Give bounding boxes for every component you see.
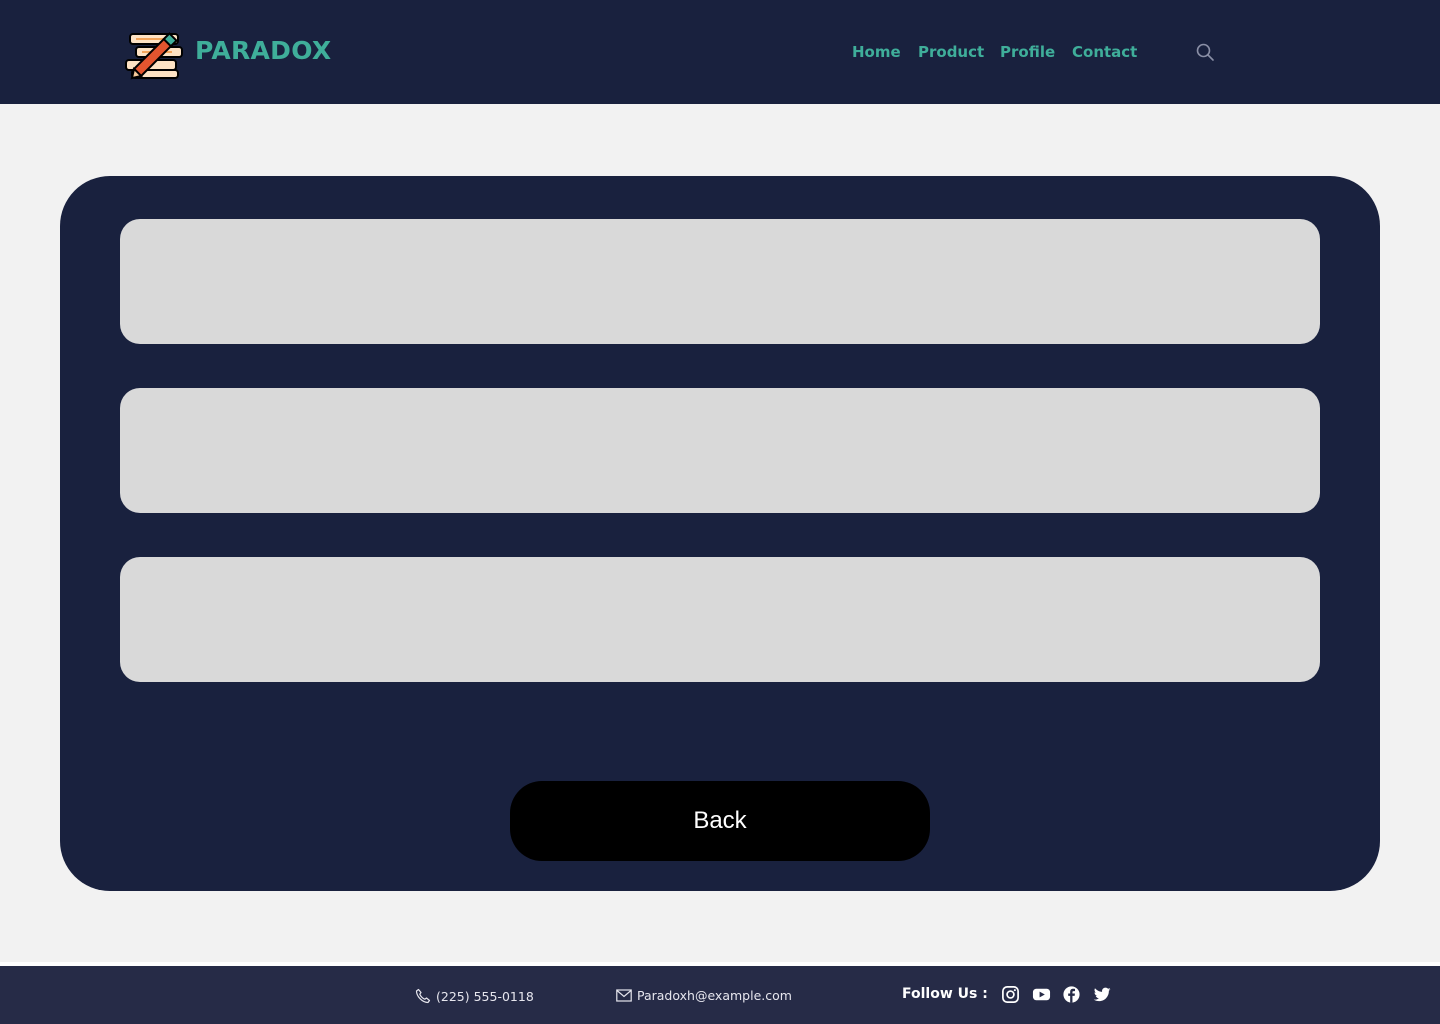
search-icon[interactable] [1195, 42, 1215, 62]
field-1[interactable] [120, 219, 1320, 344]
brand-name[interactable]: PARADOX [195, 36, 331, 65]
phone-number: (225) 555-0118 [436, 988, 534, 1004]
mail-icon [616, 989, 632, 1002]
field-2[interactable] [120, 388, 1320, 513]
instagram-icon[interactable] [1001, 985, 1020, 1004]
nav-product[interactable]: Product [918, 43, 984, 61]
site-footer: (225) 555-0118 Paradoxh@example.com Foll… [0, 966, 1440, 1024]
site-header: PARADOX Home Product Profile Contact [0, 0, 1440, 104]
twitter-icon[interactable] [1093, 985, 1112, 1004]
youtube-icon[interactable] [1032, 985, 1051, 1004]
logo-icon[interactable] [124, 28, 188, 80]
follow-us-label: Follow Us : [902, 986, 988, 1002]
email-address: Paradoxh@example.com [637, 988, 792, 1003]
phone-icon [415, 988, 431, 1004]
nav-home[interactable]: Home [852, 43, 901, 61]
form-panel: Back [60, 176, 1380, 891]
field-3[interactable] [120, 557, 1320, 682]
footer-email[interactable]: Paradoxh@example.com [616, 988, 792, 1003]
facebook-icon[interactable] [1062, 985, 1081, 1004]
back-button[interactable]: Back [510, 781, 930, 861]
nav-contact[interactable]: Contact [1072, 43, 1137, 61]
nav-profile[interactable]: Profile [1000, 43, 1055, 61]
footer-phone[interactable]: (225) 555-0118 [415, 988, 534, 1004]
